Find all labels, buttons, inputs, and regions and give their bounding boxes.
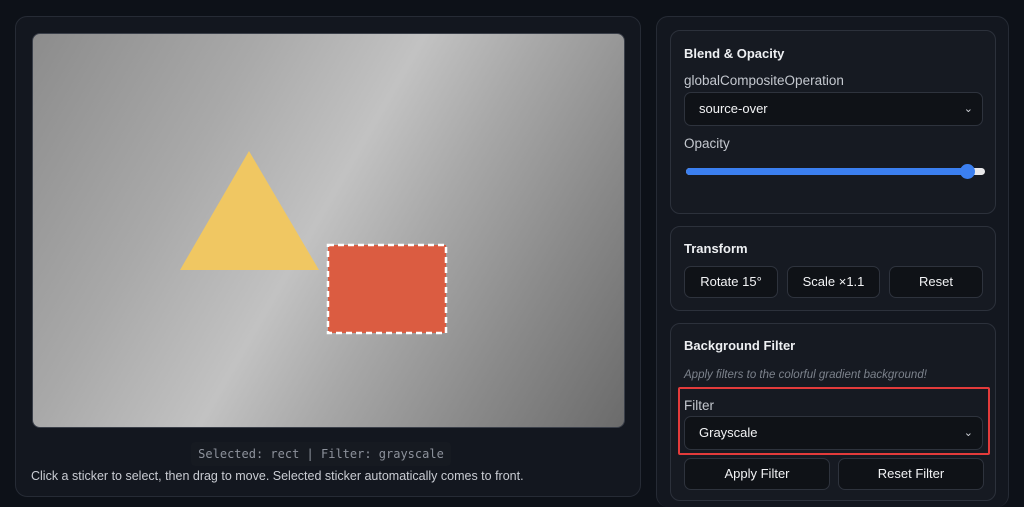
blend-card: Blend & Opacity globalCompositeOperation…	[670, 30, 996, 214]
rect-sticker[interactable]	[328, 245, 446, 333]
card-title: Background Filter	[684, 338, 796, 353]
transform-card: Transform Rotate 15° Scale ×1.1 Reset	[670, 226, 996, 311]
card-title: Transform	[684, 241, 748, 256]
reset-transform-button[interactable]: Reset	[889, 266, 983, 298]
editor-panel: Selected: rect | Filter: grayscale Click…	[15, 16, 641, 497]
scale-button[interactable]: Scale ×1.1	[787, 266, 880, 298]
composite-value: source-over	[699, 101, 768, 116]
composite-select[interactable]: source-over ⌄	[684, 92, 983, 126]
opacity-label: Opacity	[684, 136, 730, 151]
canvas-svg	[180, 151, 448, 335]
rotate-button[interactable]: Rotate 15°	[684, 266, 778, 298]
sticker-canvas[interactable]	[32, 33, 625, 428]
triangle-sticker[interactable]	[180, 151, 319, 270]
filter-note: Apply filters to the colorful gradient b…	[684, 369, 927, 381]
filter-highlight-box	[678, 387, 990, 455]
opacity-fill	[686, 168, 971, 175]
usage-hint: Click a sticker to select, then drag to …	[31, 469, 524, 483]
chevron-down-icon: ⌄	[963, 103, 973, 115]
card-title: Blend & Opacity	[684, 46, 785, 61]
apply-filter-button[interactable]: Apply Filter	[684, 458, 830, 490]
opacity-thumb[interactable]	[960, 164, 975, 179]
reset-filter-button[interactable]: Reset Filter	[838, 458, 984, 490]
composite-label: globalCompositeOperation	[684, 73, 844, 88]
selection-status: Selected: rect | Filter: grayscale	[191, 442, 451, 466]
opacity-slider[interactable]	[686, 164, 985, 179]
